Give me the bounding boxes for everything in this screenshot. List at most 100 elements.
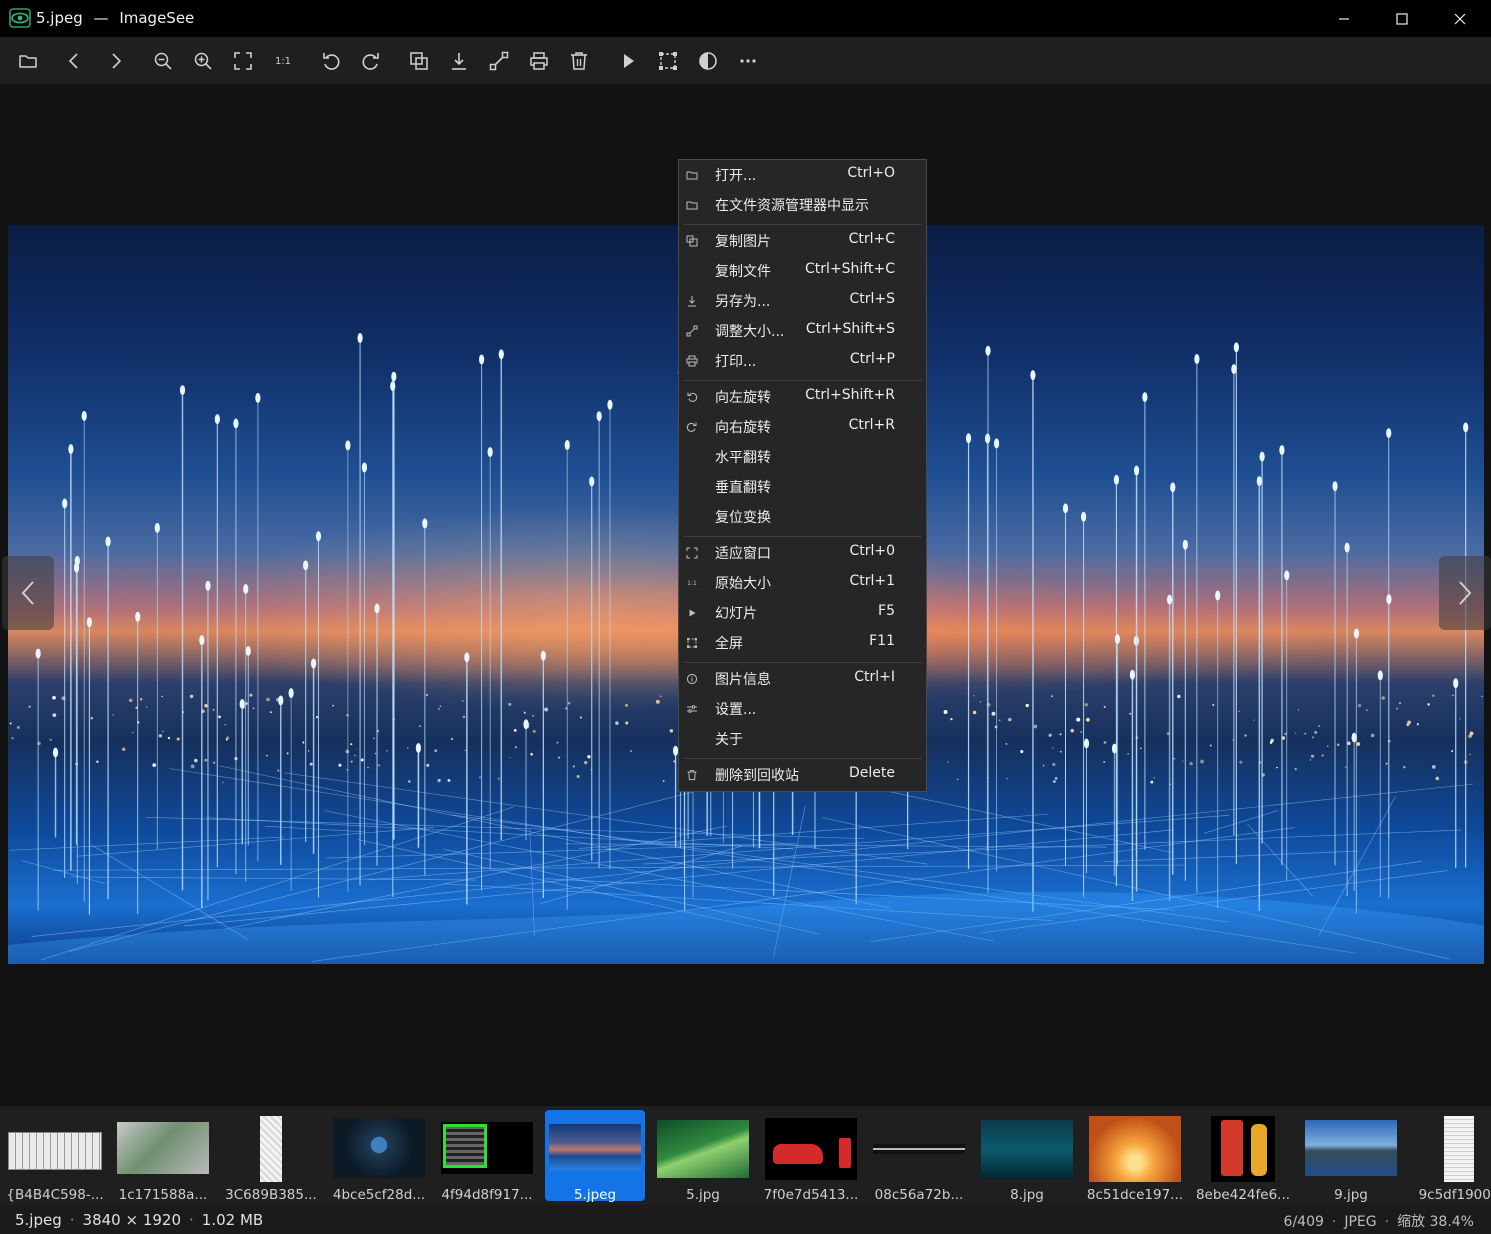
previous-button[interactable] xyxy=(60,47,88,75)
city-light xyxy=(1318,725,1321,727)
fullscreen-button[interactable] xyxy=(654,47,682,75)
menu-item-shortcut: Ctrl+Shift+R xyxy=(805,387,895,403)
actual-size-button[interactable]: 1:1 xyxy=(269,47,297,75)
thumbnail-label: 9.jpg xyxy=(1334,1187,1368,1203)
menu-item-rotate-right[interactable]: 向右旋转 Ctrl+R xyxy=(679,412,926,442)
city-light xyxy=(1005,742,1008,745)
menu-item-show-in-explorer[interactable]: 在文件资源管理器中显示 xyxy=(679,190,926,220)
filmstrip-thumbnail[interactable]: 8c51dce197... xyxy=(1085,1110,1185,1203)
theme-button[interactable] xyxy=(694,47,722,75)
filmstrip-thumbnail[interactable]: 7f0e7d5413... xyxy=(761,1110,861,1203)
filmstrip-thumbnail[interactable]: 3C689B385... xyxy=(221,1110,321,1203)
menu-item-copy-image[interactable]: 复制图片 Ctrl+C xyxy=(679,226,926,256)
filmstrip-thumbnail[interactable]: {B4B4C598-... xyxy=(5,1110,105,1203)
city-light xyxy=(497,777,500,780)
rotate-right-button[interactable] xyxy=(357,47,385,75)
city-light xyxy=(16,725,20,729)
menu-item-reset-transform[interactable]: 复位变换 xyxy=(679,502,926,532)
menu-item-rotate-left[interactable]: 向左旋转 Ctrl+Shift+R xyxy=(679,382,926,412)
previous-image-arrow[interactable] xyxy=(2,556,54,630)
save-as-button[interactable] xyxy=(445,47,473,75)
zoom-out-button[interactable] xyxy=(149,47,177,75)
folder-icon xyxy=(685,198,699,212)
maximize-button[interactable] xyxy=(1373,0,1431,37)
menu-item-save-as[interactable]: 另存为... Ctrl+S xyxy=(679,286,926,316)
more-button[interactable] xyxy=(734,47,762,75)
menu-item-open[interactable]: 打开... Ctrl+O xyxy=(679,160,926,190)
city-light xyxy=(338,763,342,767)
city-light xyxy=(1366,709,1368,711)
filmstrip-thumbnail[interactable]: 9c5df19007 xyxy=(1409,1110,1491,1203)
filmstrip-thumbnail-selected[interactable]: 5.jpeg xyxy=(545,1110,645,1203)
menu-item-delete[interactable]: 删除到回收站 Delete xyxy=(679,760,926,790)
filmstrip-thumbnail[interactable]: 1c171588a... xyxy=(113,1110,213,1203)
filmstrip-thumbnail[interactable]: 08c56a72b... xyxy=(869,1110,969,1203)
city-light xyxy=(1025,703,1029,708)
city-light xyxy=(265,754,268,757)
rotate-left-button[interactable] xyxy=(317,47,345,75)
city-light xyxy=(1189,761,1193,766)
status-view-info: 6/409 · JPEG · 缩放 38.4% xyxy=(1284,1211,1474,1231)
open-folder-button[interactable] xyxy=(14,47,42,75)
city-light xyxy=(625,703,628,707)
menu-item-fit-window[interactable]: 适应窗口 Ctrl+0 xyxy=(679,538,926,568)
city-light xyxy=(418,725,421,727)
menu-item-fullscreen[interactable]: 全屏 F11 xyxy=(679,628,926,658)
menu-item-flip-horizontal[interactable]: 水平翻转 xyxy=(679,442,926,472)
filmstrip-thumbnail[interactable]: 4bce5cf28d... xyxy=(329,1110,429,1203)
delete-button[interactable] xyxy=(565,47,593,75)
menu-item-settings[interactable]: 设置... xyxy=(679,694,926,724)
filmstrip-thumbnail[interactable]: 8ebe424fe6... xyxy=(1193,1110,1293,1203)
city-light xyxy=(158,734,163,738)
city-light xyxy=(1370,733,1375,738)
thumbnail-label: 8ebe424fe6... xyxy=(1195,1187,1291,1203)
filmstrip-thumbnail[interactable]: 9.jpg xyxy=(1301,1110,1401,1203)
menu-item-print[interactable]: 打印... Ctrl+P xyxy=(679,346,926,376)
menu-item-shortcut: Ctrl+P xyxy=(849,351,895,367)
zoom-in-button[interactable] xyxy=(189,47,217,75)
copy-image-button[interactable] xyxy=(405,47,433,75)
menu-item-flip-vertical[interactable]: 垂直翻转 xyxy=(679,472,926,502)
next-image-arrow[interactable] xyxy=(1439,556,1491,630)
menu-item-shortcut: Ctrl+1 xyxy=(849,573,895,589)
resize-button[interactable] xyxy=(485,47,513,75)
minimize-button[interactable] xyxy=(1315,0,1373,37)
city-light xyxy=(96,760,99,763)
city-light xyxy=(1427,703,1430,706)
city-light xyxy=(943,710,948,714)
filmstrip-thumbnail[interactable]: 4f94d8f917... xyxy=(437,1110,537,1203)
filmstrip-thumbnail[interactable]: 8.jpg xyxy=(977,1110,1077,1203)
close-button[interactable] xyxy=(1431,0,1489,37)
menu-item-resize[interactable]: 调整大小... Ctrl+Shift+S xyxy=(679,316,926,346)
menu-item-actual-size[interactable]: 1:1 原始大小 Ctrl+1 xyxy=(679,568,926,598)
light-beam-head xyxy=(135,611,141,622)
next-button[interactable] xyxy=(102,47,130,75)
slideshow-button[interactable] xyxy=(614,47,642,75)
city-light xyxy=(386,749,388,752)
filmstrip-thumbnail[interactable]: 5.jpg xyxy=(653,1110,753,1203)
city-light xyxy=(1129,712,1132,715)
city-light xyxy=(1153,777,1155,779)
zoom-in-icon xyxy=(194,52,212,70)
menu-item-slideshow[interactable]: 幻灯片 F5 xyxy=(679,598,926,628)
status-dot: · xyxy=(1331,1214,1337,1230)
menu-item-copy-file[interactable]: 复制文件 Ctrl+Shift+C xyxy=(679,256,926,286)
light-beam-head xyxy=(52,747,59,758)
city-light xyxy=(998,719,1001,722)
city-light xyxy=(1006,777,1008,780)
context-menu: 打开... Ctrl+O 在文件资源管理器中显示 复制图片 Ctrl+C 复制文… xyxy=(678,159,927,792)
trash-icon xyxy=(685,768,699,782)
print-button[interactable] xyxy=(525,47,553,75)
menu-item-image-info[interactable]: 图片信息 Ctrl+I xyxy=(679,664,926,694)
light-beam-head xyxy=(1081,511,1087,522)
city-light xyxy=(991,711,996,716)
city-light xyxy=(1269,741,1273,744)
city-light xyxy=(52,695,56,700)
menu-item-label: 调整大小... xyxy=(715,324,785,340)
city-light xyxy=(1033,724,1038,729)
fit-window-button[interactable] xyxy=(229,47,257,75)
thumbnail-label: 3C689B385... xyxy=(225,1187,317,1203)
city-light xyxy=(447,778,451,782)
menu-item-about[interactable]: 关于 xyxy=(679,724,926,754)
thumbnail-image xyxy=(1305,1120,1397,1176)
